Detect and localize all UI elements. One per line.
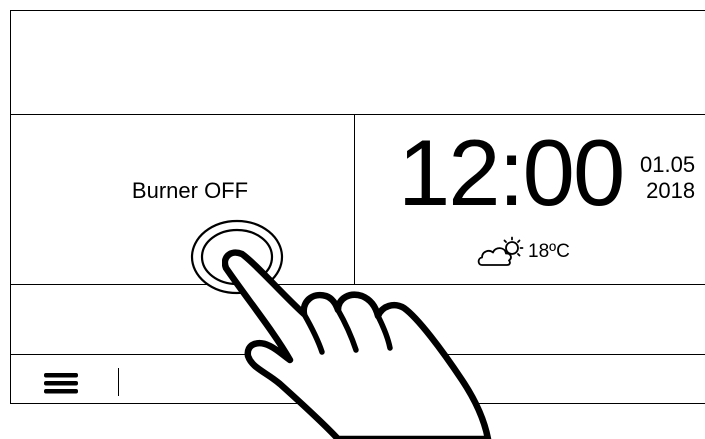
burner-button-icon — [190, 219, 284, 295]
hamburger-menu-icon — [44, 373, 78, 394]
panel-vertical-divider — [354, 114, 355, 284]
clock-date-year: 2018 — [646, 178, 696, 203]
burner-status-label: Burner OFF — [131, 178, 249, 203]
clock-time: 12:00 — [398, 120, 625, 225]
weather-temperature: 18ºC — [528, 241, 570, 262]
menu-button[interactable] — [44, 370, 78, 396]
clock-date-day-month: 01.05 — [640, 152, 696, 177]
panel-divider — [10, 284, 705, 285]
weather-widget: 18ºC — [476, 236, 570, 268]
burner-toggle-button[interactable] — [190, 219, 284, 295]
header-divider — [10, 114, 705, 115]
clock-date: 01.05 2018 — [640, 152, 695, 204]
partly-cloudy-icon — [477, 236, 524, 266]
toolbar-separator — [118, 368, 119, 396]
header-area — [12, 12, 702, 112]
toolbar-divider — [10, 354, 705, 355]
